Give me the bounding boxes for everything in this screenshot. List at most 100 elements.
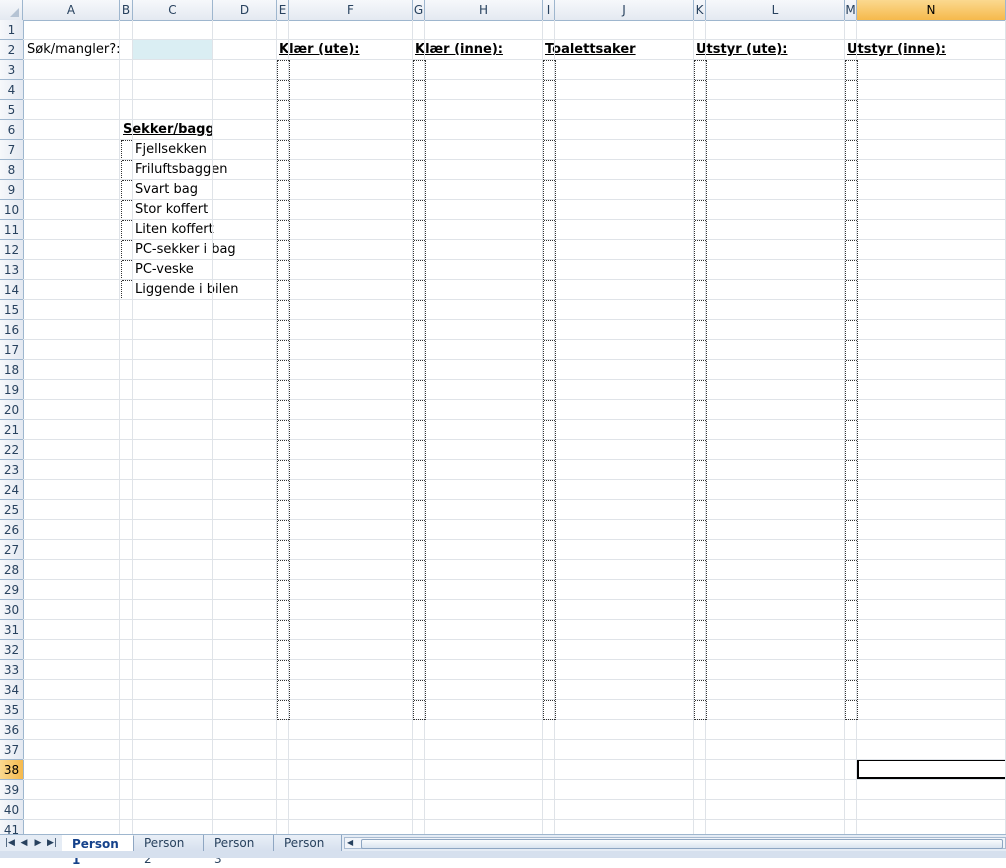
checkbox-column-K[interactable] xyxy=(694,60,707,720)
next-sheet-icon[interactable]: ▶ xyxy=(32,836,44,850)
select-all-button[interactable] xyxy=(0,0,23,20)
row-header-23[interactable]: 23 xyxy=(0,460,23,480)
column-header-G[interactable]: G xyxy=(413,0,425,20)
row-header-26[interactable]: 26 xyxy=(0,520,23,540)
gridline-horizontal xyxy=(23,339,1006,340)
checkbox-cell-divider xyxy=(414,280,425,281)
row-header-5[interactable]: 5 xyxy=(0,100,23,120)
row-header-33[interactable]: 33 xyxy=(0,660,23,680)
checkbox-cell-divider xyxy=(414,440,425,441)
row-header-36[interactable]: 36 xyxy=(0,720,23,740)
scroll-left-icon[interactable]: ◀ xyxy=(347,838,353,848)
checkbox-column-E[interactable] xyxy=(277,60,290,720)
row-header-11[interactable]: 11 xyxy=(0,220,23,240)
checkbox-cell-divider xyxy=(544,80,555,81)
row-header-9[interactable]: 9 xyxy=(0,180,23,200)
row-header-12[interactable]: 12 xyxy=(0,240,23,260)
row-header-24[interactable]: 24 xyxy=(0,480,23,500)
row-header-8[interactable]: 8 xyxy=(0,160,23,180)
row-header-6[interactable]: 6 xyxy=(0,120,23,140)
column-header-I[interactable]: I xyxy=(543,0,555,20)
search-input-cell[interactable] xyxy=(133,40,213,60)
row-header-22[interactable]: 22 xyxy=(0,440,23,460)
sheet-tab-person-4[interactable]: Person 4 xyxy=(274,835,342,851)
column-header-M[interactable]: M xyxy=(845,0,857,20)
row-header-13[interactable]: 13 xyxy=(0,260,23,280)
row-header-27[interactable]: 27 xyxy=(0,540,23,560)
sheet-tab-person-3[interactable]: Person 3 xyxy=(204,835,274,866)
column-header-B[interactable]: B xyxy=(120,0,133,20)
gridline-horizontal xyxy=(23,139,1006,140)
row-header-4[interactable]: 4 xyxy=(0,80,23,100)
row-header-34[interactable]: 34 xyxy=(0,680,23,700)
checkbox-cell-divider xyxy=(544,100,555,101)
last-sheet-icon[interactable]: ▶| xyxy=(46,836,58,850)
column-header-A[interactable]: A xyxy=(23,0,120,20)
row-header-29[interactable]: 29 xyxy=(0,580,23,600)
row-header-16[interactable]: 16 xyxy=(0,320,23,340)
worksheet-grid[interactable]: Søk/mangler?: Sekker/bagger Fjellsekken F… xyxy=(23,20,1006,834)
gridline-horizontal xyxy=(23,359,1006,360)
row-header-31[interactable]: 31 xyxy=(0,620,23,640)
row-header-41[interactable]: 41 xyxy=(0,820,23,834)
row-header-21[interactable]: 21 xyxy=(0,420,23,440)
column-header-L[interactable]: L xyxy=(706,0,845,20)
row-header-40[interactable]: 40 xyxy=(0,800,23,820)
checkbox-cell-divider xyxy=(544,260,555,261)
column-header-J[interactable]: J xyxy=(555,0,694,20)
gridline-horizontal xyxy=(23,639,1006,640)
gridline-horizontal xyxy=(23,199,1006,200)
column-header-F[interactable]: F xyxy=(289,0,413,20)
row-header-28[interactable]: 28 xyxy=(0,560,23,580)
checkbox-cell-divider xyxy=(544,160,555,161)
checkbox-cell-divider xyxy=(544,640,555,641)
checkbox-cell-divider xyxy=(544,500,555,501)
column-header-K[interactable]: K xyxy=(694,0,706,20)
row-header-10[interactable]: 10 xyxy=(0,200,23,220)
checkbox-column-M[interactable] xyxy=(845,60,858,720)
column-header-E[interactable]: E xyxy=(277,0,289,20)
row-header-1[interactable]: 1 xyxy=(0,20,23,40)
checkbox-cell-divider xyxy=(544,300,555,301)
row-header-39[interactable]: 39 xyxy=(0,780,23,800)
checkbox-cell-divider xyxy=(414,700,425,701)
prev-sheet-icon[interactable]: ◀ xyxy=(18,836,30,850)
gridline-horizontal xyxy=(23,699,1006,700)
column-header-C[interactable]: C xyxy=(133,0,213,20)
row-header-32[interactable]: 32 xyxy=(0,640,23,660)
checkbox-column-G[interactable] xyxy=(413,60,426,720)
row-header-38[interactable]: 38 xyxy=(0,760,23,780)
row-header-37[interactable]: 37 xyxy=(0,740,23,760)
row-header-18[interactable]: 18 xyxy=(0,360,23,380)
sheet-tab-person-2[interactable]: Person 2 xyxy=(134,835,204,866)
gridline-horizontal xyxy=(23,379,1006,380)
checkbox-column-I[interactable] xyxy=(543,60,556,720)
row-header-14[interactable]: 14 xyxy=(0,280,23,300)
row-header-15[interactable]: 15 xyxy=(0,300,23,320)
checkbox-cell-divider xyxy=(695,440,706,441)
row-header-17[interactable]: 17 xyxy=(0,340,23,360)
row-header-19[interactable]: 19 xyxy=(0,380,23,400)
first-sheet-icon[interactable]: |◀ xyxy=(4,836,16,850)
row-header-30[interactable]: 30 xyxy=(0,600,23,620)
sheet-tab-person-1[interactable]: Person 1 xyxy=(62,835,134,867)
checkbox-cell-divider xyxy=(846,240,857,241)
row-header-35[interactable]: 35 xyxy=(0,700,23,720)
row-header-7[interactable]: 7 xyxy=(0,140,23,160)
column-header-H[interactable]: H xyxy=(425,0,543,20)
active-cell-N38[interactable] xyxy=(857,759,1006,779)
row-header-3[interactable]: 3 xyxy=(0,60,23,80)
gridline-horizontal xyxy=(23,439,1006,440)
checkbox-cell-divider xyxy=(695,340,706,341)
checkbox-cell-divider xyxy=(544,680,555,681)
column-header-N[interactable]: N xyxy=(857,0,1006,20)
checkbox-cell-divider xyxy=(122,240,132,241)
row-header-25[interactable]: 25 xyxy=(0,500,23,520)
checkbox-cell-divider xyxy=(695,240,706,241)
gridline-horizontal xyxy=(23,759,1006,760)
horizontal-scrollbar[interactable]: ◀ xyxy=(344,837,1006,849)
row-header-2[interactable]: 2 xyxy=(0,40,23,60)
column-header-D[interactable]: D xyxy=(213,0,277,20)
scrollbar-thumb[interactable] xyxy=(361,839,1003,849)
row-header-20[interactable]: 20 xyxy=(0,400,23,420)
